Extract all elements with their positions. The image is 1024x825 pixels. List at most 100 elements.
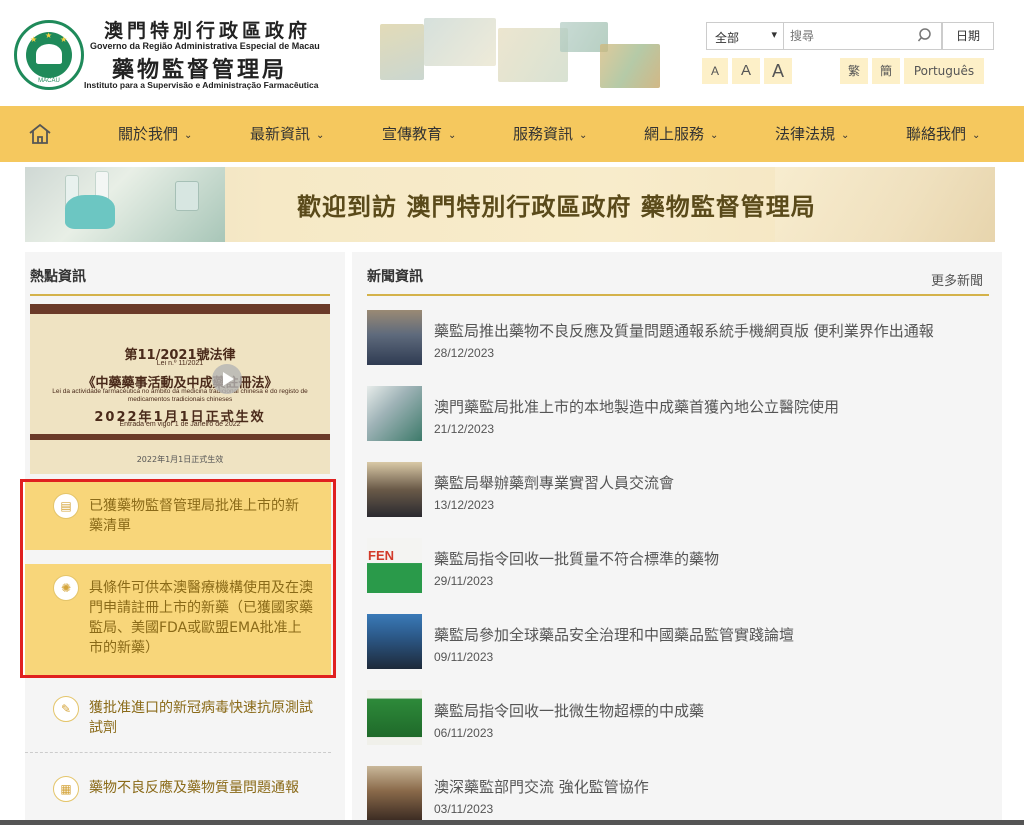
collage-tile bbox=[498, 28, 568, 82]
news-item[interactable]: 澳深藥監部門交流 強化監管協作 03/11/2023 bbox=[367, 766, 987, 825]
chevron-down-icon: ⌄ bbox=[841, 130, 850, 141]
site-header: ★ ★ ★ MACAU 澳門特別行政區政府 Governo da Região … bbox=[0, 0, 1024, 106]
institute-name-portuguese: Instituto para a Supervisão e Administra… bbox=[84, 80, 319, 90]
nav-item-label: 宣傳教育 bbox=[382, 125, 443, 143]
news-item-date: 21/12/2023 bbox=[434, 422, 495, 436]
law-promo-slide[interactable]: 第11/2021號法律 Lei n.º 11/2021 《中藥藥事活動及中成藥註… bbox=[30, 304, 330, 474]
thumbnail-text: FEN bbox=[368, 548, 394, 563]
news-item-title[interactable]: 藥監局指令回收一批微生物超標的中成藥 bbox=[434, 700, 704, 721]
chevron-down-icon: ⌄ bbox=[972, 130, 981, 141]
promo-law-title-pt: Lei da actividade farmacêutica no âmbito… bbox=[52, 388, 308, 403]
lang-portuguese-button[interactable]: Português bbox=[904, 58, 984, 84]
chevron-down-icon: ▾ bbox=[771, 28, 777, 41]
chevron-down-icon: ⌄ bbox=[316, 130, 325, 141]
search-scope-select[interactable]: 全部 ▾ bbox=[706, 22, 784, 50]
news-divider bbox=[367, 294, 989, 296]
main-navigation: 關於我們 ⌄ 最新資訊 ⌄ 宣傳教育 ⌄ 服務資訊 ⌄ 網上服務 ⌄ 法律法規 ⌄ 聯絡我們… bbox=[0, 106, 1024, 162]
emblem-inner: ★ ★ ★ bbox=[26, 32, 72, 78]
highlight-frame bbox=[20, 479, 336, 678]
news-item[interactable]: 澳門藥監局批准上市的本地製造中成藥首獲內地公立醫院使用 21/12/2023 bbox=[367, 386, 987, 450]
promo-law-number-pt: Lei n.º 11/2021 bbox=[156, 360, 204, 367]
home-icon[interactable] bbox=[28, 122, 52, 146]
nav-item-label: 最新資訊 bbox=[250, 125, 311, 143]
font-size-medium-button[interactable]: A bbox=[732, 58, 760, 84]
news-thumbnail[interactable]: FEN bbox=[367, 538, 422, 593]
news-item-title[interactable]: 澳門藥監局批准上市的本地製造中成藥首獲內地公立醫院使用 bbox=[434, 396, 839, 417]
font-size-small-button[interactable]: A bbox=[702, 58, 728, 84]
play-icon[interactable] bbox=[212, 364, 242, 394]
nav-item-laws[interactable]: 法律法規 ⌄ bbox=[775, 106, 849, 162]
window-bottom-edge bbox=[0, 820, 1024, 825]
bottle-image bbox=[175, 181, 199, 211]
collage-tile bbox=[600, 44, 660, 88]
hot-item-covid-test-reagents[interactable]: ✎ 獲批准進口的新冠病毒快速抗原測試試劑 bbox=[25, 690, 331, 746]
hot-item-text: 藥物不良反應及藥物質量問題通報 bbox=[89, 780, 299, 796]
news-thumbnail[interactable] bbox=[367, 614, 422, 669]
nav-item-label: 法律法規 bbox=[775, 125, 836, 143]
star-icon: ★ bbox=[60, 35, 68, 44]
hot-news-divider bbox=[30, 294, 330, 296]
nav-item-label: 服務資訊 bbox=[513, 125, 574, 143]
news-item-date: 09/11/2023 bbox=[434, 650, 494, 664]
checklist-icon: ✎ bbox=[60, 702, 72, 716]
collage-tile bbox=[424, 18, 496, 66]
news-item-title[interactable]: 藥監局推出藥物不良反應及質量問題通報系統手機網頁版 便利業界作出通報 bbox=[434, 320, 934, 341]
news-item-date: 28/12/2023 bbox=[434, 346, 495, 360]
government-name-chinese: 澳門特別行政區政府 bbox=[104, 20, 312, 42]
nav-item-education[interactable]: 宣傳教育 ⌄ bbox=[382, 106, 456, 162]
search-icon[interactable] bbox=[918, 27, 934, 43]
more-news-link[interactable]: 更多新聞 bbox=[931, 270, 983, 289]
news-item[interactable]: 藥監局推出藥物不良反應及質量問題通報系統手機網頁版 便利業界作出通報 28/12… bbox=[367, 310, 987, 374]
news-thumbnail[interactable] bbox=[367, 310, 422, 365]
lang-simplified-button[interactable]: 簡 bbox=[872, 58, 900, 84]
news-item[interactable]: 藥監局參加全球藥品安全治理和中國藥品監管實踐論壇 09/11/2023 bbox=[367, 614, 987, 678]
hot-item-text: 獲批准進口的新冠病毒快速抗原測試試劑 bbox=[89, 700, 313, 736]
news-item[interactable]: 藥監局指令回收一批微生物超標的中成藥 06/11/2023 bbox=[367, 690, 987, 754]
glove-image bbox=[65, 195, 115, 229]
nav-item-services[interactable]: 服務資訊 ⌄ bbox=[513, 106, 587, 162]
news-item-title[interactable]: 藥監局指令回收一批質量不符合標準的藥物 bbox=[434, 548, 719, 569]
checklist-icon: ✎ bbox=[53, 696, 79, 722]
list-divider bbox=[25, 752, 331, 753]
lang-traditional-button[interactable]: 繁 bbox=[840, 58, 868, 84]
news-title: 新聞資訊 bbox=[367, 269, 423, 285]
news-item-date: 29/11/2023 bbox=[434, 574, 494, 588]
news-item-title[interactable]: 澳深藥監部門交流 強化監管協作 bbox=[434, 776, 649, 797]
font-size-large-button[interactable]: A bbox=[764, 58, 792, 84]
news-thumbnail[interactable] bbox=[367, 462, 422, 517]
news-thumbnail[interactable] bbox=[367, 690, 422, 745]
promo-caption: 2022年1月1日正式生效 bbox=[136, 455, 224, 464]
news-item-title[interactable]: 藥監局參加全球藥品安全治理和中國藥品監管實踐論壇 bbox=[434, 624, 794, 645]
news-item[interactable]: FEN 藥監局指令回收一批質量不符合標準的藥物 29/11/2023 bbox=[367, 538, 987, 602]
star-icon: ★ bbox=[45, 31, 53, 40]
news-thumbnail[interactable] bbox=[367, 766, 422, 821]
news-item-title[interactable]: 藥監局舉辦藥劑專業實習人員交流會 bbox=[434, 472, 674, 493]
lotus-icon bbox=[36, 44, 62, 64]
news-item[interactable]: 藥監局舉辦藥劑專業實習人員交流會 13/12/2023 bbox=[367, 462, 987, 526]
news-item-date: 03/11/2023 bbox=[434, 802, 494, 816]
nav-item-label: 網上服務 bbox=[644, 125, 705, 143]
chevron-down-icon: ⌄ bbox=[184, 130, 193, 141]
hot-item-adverse-reaction-report[interactable]: ▦ 藥物不良反應及藥物質量問題通報 bbox=[25, 770, 331, 820]
nav-item-contact[interactable]: 聯絡我們 ⌄ bbox=[906, 106, 980, 162]
folder-icon: ▦ bbox=[53, 776, 79, 802]
macau-emblem-logo[interactable]: ★ ★ ★ MACAU bbox=[14, 20, 84, 90]
search-scope-value: 全部 bbox=[715, 31, 740, 45]
news-item-date: 13/12/2023 bbox=[434, 498, 495, 512]
nav-item-latest-news[interactable]: 最新資訊 ⌄ bbox=[250, 106, 324, 162]
welcome-banner: 歡迎到訪 澳門特別行政區政府 藥物監督管理局 bbox=[25, 167, 995, 242]
nav-item-about[interactable]: 關於我們 ⌄ bbox=[118, 106, 192, 162]
news-thumbnail[interactable] bbox=[367, 386, 422, 441]
chevron-down-icon: ⌄ bbox=[710, 130, 719, 141]
government-name-portuguese: Governo da Região Administrativa Especia… bbox=[90, 41, 320, 51]
star-icon: ★ bbox=[30, 35, 38, 44]
promo-bar bbox=[30, 434, 330, 440]
hot-news-title: 熱點資訊 bbox=[30, 269, 86, 285]
news-item-date: 06/11/2023 bbox=[434, 726, 494, 740]
emblem-text: MACAU bbox=[38, 78, 60, 84]
nav-item-label: 關於我們 bbox=[118, 125, 179, 143]
nav-item-online-services[interactable]: 網上服務 ⌄ bbox=[644, 106, 718, 162]
promo-effective-date-pt: Entrada em vigor 1 de Janeiro de 2022 bbox=[119, 421, 241, 428]
date-search-button[interactable]: 日期 bbox=[942, 22, 994, 50]
banner-title: 歡迎到訪 澳門特別行政區政府 藥物監督管理局 bbox=[297, 193, 816, 221]
